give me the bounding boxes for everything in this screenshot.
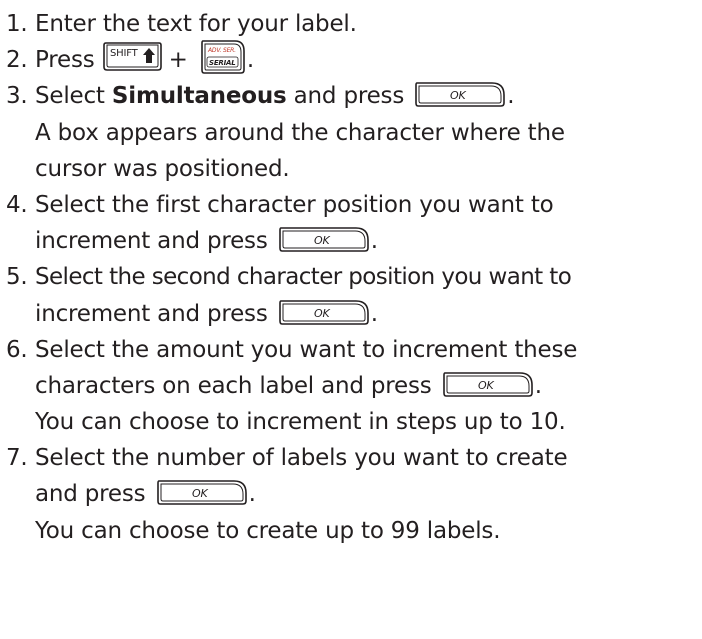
step-number: 6. [6, 336, 28, 363]
shift-key-icon: SHIFT [102, 41, 163, 72]
ok-key-label: OK [478, 379, 494, 392]
step-note: A box appears around the character where… [35, 119, 565, 146]
serial-key-top-label: ADV. SER. [207, 47, 236, 54]
step-text-pre: Select [35, 83, 105, 110]
step-number: 5. [6, 264, 28, 291]
step-text: and press OK . [35, 476, 256, 512]
ok-key-icon: OK [278, 299, 370, 326]
step-tail: . [534, 372, 542, 399]
step-note: You can choose to increment in steps up … [35, 409, 566, 436]
step-text: Enter the text for your label. [35, 11, 357, 37]
step-4-line-2: increment and press OK . [0, 223, 702, 259]
step-tail: . [370, 228, 378, 255]
step-number: 7. [6, 445, 28, 472]
step-tail: . [246, 47, 254, 74]
plus-sign: + [168, 47, 188, 74]
step-7-line-2: and press OK . [0, 476, 702, 512]
step-2: 2. Press SHIFT + ADV. SER. SERIAL . [0, 39, 702, 79]
instructions-page: 1. Enter the text for your label. 2. Pre… [0, 0, 702, 639]
steps-list: 1. Enter the text for your label. 2. Pre… [0, 6, 702, 549]
ok-key-label: OK [192, 487, 208, 500]
simultaneous-option: Simultaneous [111, 83, 287, 110]
shift-key-label: SHIFT [110, 48, 139, 59]
step-text: increment and press OK . [35, 296, 378, 332]
step-text: Press SHIFT + ADV. SER. SERIAL . [35, 39, 254, 79]
ok-key-label: OK [314, 307, 330, 320]
step-7-note: You can choose to create up to 99 labels… [0, 513, 702, 549]
step-number: 3. [6, 83, 28, 110]
step-text-cont: increment and press [35, 228, 268, 255]
step-note: You can choose to create up to 99 labels… [35, 517, 501, 544]
step-number: 1. [6, 11, 28, 37]
step-number: 4. [6, 191, 28, 218]
step-6: 6. Select the amount you want to increme… [0, 332, 702, 368]
step-5-line-2: increment and press OK . [0, 296, 702, 332]
step-text: increment and press OK . [35, 223, 378, 259]
step-7: 7. Select the number of labels you want … [0, 440, 702, 476]
step-tail: . [507, 83, 515, 110]
ok-key-icon: OK [278, 226, 370, 253]
step-tail: . [370, 300, 378, 327]
step-tail: . [248, 481, 256, 508]
step-3-note-line-1: A box appears around the character where… [0, 115, 702, 151]
step-text-post: and press [293, 83, 405, 110]
step-text: Select the amount you want to increment … [35, 336, 578, 363]
ok-key-label: OK [314, 234, 330, 247]
step-6-line-2: characters on each label and press OK . [0, 368, 702, 404]
step-note: cursor was positioned. [35, 155, 290, 182]
ok-key-icon: OK [156, 479, 248, 506]
serial-key-label: SERIAL [209, 59, 236, 67]
ok-key-icon: OK [442, 371, 534, 398]
step-5: 5. Select the second character position … [0, 259, 702, 295]
step-text: characters on each label and press OK . [35, 368, 542, 404]
step-3: 3. Select Simultaneous and press OK . [0, 78, 702, 114]
serial-key-icon: ADV. SER. SERIAL [200, 39, 246, 75]
step-6-note: You can choose to increment in steps up … [0, 404, 702, 440]
step-text-cont: and press [35, 481, 146, 508]
step-text: Select the second character position you… [35, 264, 572, 291]
step-text-press: Press [35, 47, 95, 74]
step-text: Select the first character position you … [35, 191, 554, 218]
step-text: Select the number of labels you want to … [35, 445, 568, 472]
ok-key-icon: OK [414, 81, 506, 108]
step-number: 2. [6, 47, 28, 74]
step-4: 4. Select the first character position y… [0, 187, 702, 223]
ok-key-label: OK [450, 89, 466, 102]
step-text: Select Simultaneous and press OK . [35, 78, 515, 114]
step-text-cont: increment and press [35, 300, 268, 327]
step-text-cont: characters on each label and press [35, 372, 432, 399]
step-1: 1. Enter the text for your label. [0, 6, 702, 42]
step-3-note-line-2: cursor was positioned. [0, 151, 702, 187]
